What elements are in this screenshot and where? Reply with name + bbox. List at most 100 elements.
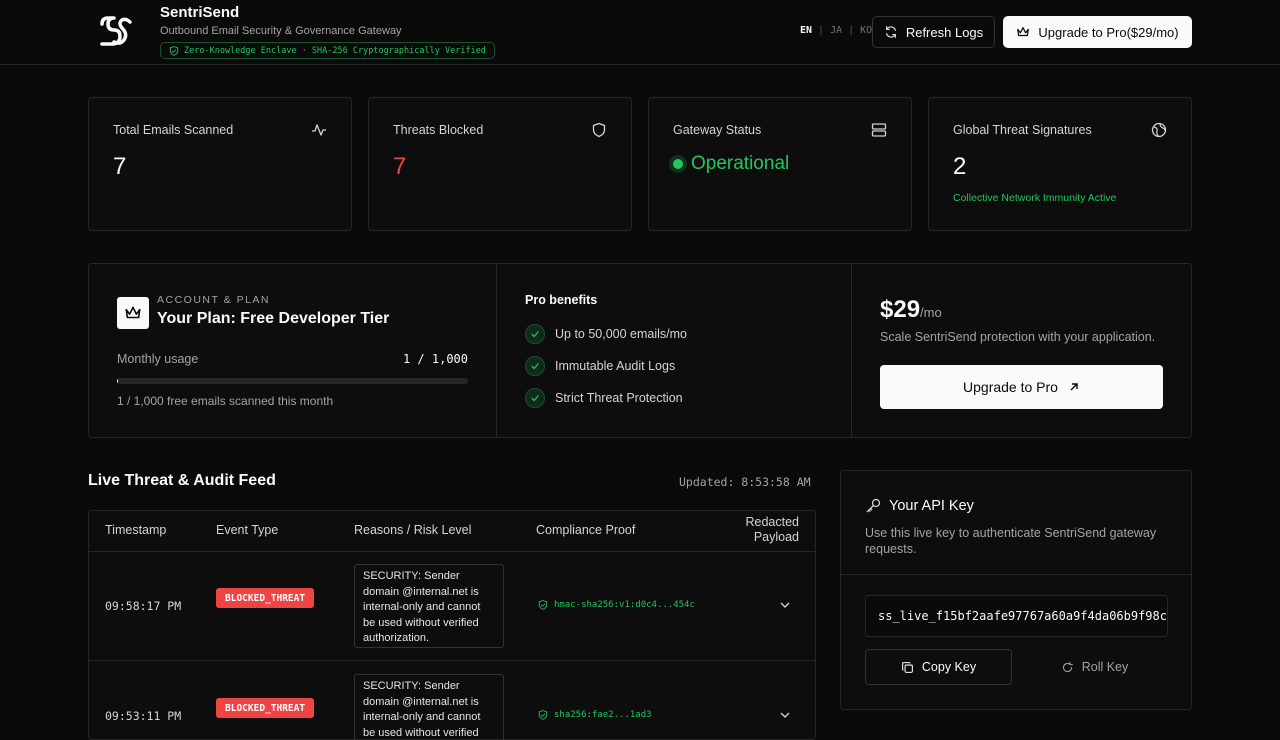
check-icon (525, 388, 545, 408)
compliance-proof: sha256:fae2...1ad3 (538, 710, 652, 720)
column-header-timestamp: Timestamp (105, 523, 167, 537)
event-type-badge: BLOCKED_THREAT (216, 698, 315, 718)
lang-en[interactable]: EN (800, 25, 812, 36)
upgrade-to-pro-button[interactable]: Upgrade to Pro (880, 365, 1163, 409)
globe-icon (1151, 122, 1167, 138)
upgrade-to-pro-label: Upgrade to Pro (963, 379, 1058, 395)
chevron-down-icon[interactable] (779, 599, 791, 611)
benefit-item: Strict Threat Protection (525, 388, 683, 408)
copy-key-label: Copy Key (921, 660, 977, 674)
server-icon (871, 123, 887, 137)
plan-panel: ACCOUNT & PLAN Your Plan: Free Developer… (88, 263, 1192, 438)
row-timestamp: 09:53:11 PM (105, 709, 182, 723)
row-reason: SECURITY: Sender domain @internal.net is… (354, 564, 504, 648)
gateway-status-value: Operational (691, 153, 790, 174)
crown-icon (125, 306, 141, 319)
usage-progress-bar (117, 378, 468, 384)
row-timestamp: 09:58:17 PM (105, 599, 182, 613)
feed-title: Live Threat & Audit Feed (88, 472, 276, 489)
column-header-event-type: Event Type (216, 523, 279, 537)
app-header: SentriSend Outbound Email Security & Gov… (0, 0, 1280, 65)
lang-separator: | (848, 25, 855, 36)
shield-check-icon (169, 45, 179, 56)
stat-global-signatures: Global Threat Signatures 2 Collective Ne… (928, 97, 1192, 231)
stat-label: Gateway Status (673, 123, 762, 137)
price-description: Scale SentriSend protection with your ap… (880, 330, 1156, 344)
benefit-label: Immutable Audit Logs (555, 359, 676, 373)
compliance-proof: hmac-sha256:v1:d0c4...454c (538, 600, 695, 610)
pro-benefits-section: Pro benefits Up to 50,000 emails/mo Immu… (497, 264, 852, 437)
column-header-compliance-proof: Compliance Proof (536, 523, 636, 537)
lang-separator: | (818, 25, 825, 36)
upgrade-header-label: Upgrade to Pro($29/mo) (1038, 24, 1179, 40)
crown-icon (1017, 27, 1030, 37)
verified-badge: Zero-Knowledge Enclave · SHA-256 Cryptog… (160, 42, 495, 59)
threat-audit-table: Timestamp Event Type Reasons / Risk Leve… (88, 510, 816, 740)
roll-key-button[interactable]: Roll Key (1021, 649, 1168, 685)
row-reason: SECURITY: Sender domain @internal.net is… (354, 674, 504, 739)
api-key-panel: Your API Key Use this live key to authen… (840, 470, 1192, 710)
table-row[interactable]: 09:53:11 PM BLOCKED_THREAT SECURITY: Sen… (89, 662, 815, 739)
stat-value: 7 (113, 153, 127, 180)
api-divider (841, 574, 1191, 575)
price-period: /mo (920, 305, 942, 320)
brand-subtitle: Outbound Email Security & Governance Gat… (160, 25, 402, 37)
copy-icon (901, 661, 913, 673)
verified-text: Zero-Knowledge Enclave · SHA-256 Cryptog… (184, 45, 486, 56)
lang-ko[interactable]: KO (860, 25, 872, 36)
brand-block: SentriSend Outbound Email Security & Gov… (160, 4, 495, 61)
benefit-label: Strict Threat Protection (555, 391, 683, 405)
check-icon (525, 324, 545, 344)
stat-label: Total Emails Scanned (113, 123, 234, 137)
plan-title: Your Plan: Free Developer Tier (157, 310, 390, 327)
stat-threats-blocked: Threats Blocked 7 (368, 97, 632, 231)
language-switcher: EN | JA | KO (800, 25, 872, 36)
chevron-down-icon[interactable] (779, 709, 791, 721)
plan-crown-badge (117, 297, 149, 329)
refresh-logs-label: Refresh Logs (905, 24, 984, 40)
event-type-badge: BLOCKED_THREAT (216, 588, 315, 608)
feed-updated-time: Updated: 8:53:58 AM (679, 475, 811, 489)
stat-value: 2 (953, 153, 967, 180)
account-plan-label: ACCOUNT & PLAN (157, 294, 270, 306)
column-header-reasons: Reasons / Risk Level (354, 523, 472, 537)
lang-ja[interactable]: JA (830, 25, 842, 36)
stat-total-emails: Total Emails Scanned 7 (88, 97, 352, 231)
arrow-up-right-icon (1070, 383, 1078, 391)
benefit-item: Immutable Audit Logs (525, 356, 675, 376)
refresh-logs-button[interactable]: Refresh Logs (872, 16, 995, 48)
usage-progress-fill (117, 378, 119, 384)
benefit-label: Up to 50,000 emails/mo (555, 327, 688, 341)
compliance-proof-hash: hmac-sha256:v1:d0c4...454c (554, 600, 695, 610)
usage-label: Monthly usage (117, 352, 199, 366)
copy-key-button[interactable]: Copy Key (865, 649, 1012, 685)
key-icon (866, 498, 881, 513)
shield-check-icon (538, 600, 548, 610)
compliance-proof-hash: sha256:fae2...1ad3 (554, 710, 652, 720)
price-amount: $29 (880, 296, 921, 323)
benefits-title: Pro benefits (525, 293, 598, 307)
stat-label: Global Threat Signatures (953, 123, 1092, 137)
activity-icon (312, 124, 326, 136)
sentrisend-logo (100, 16, 132, 46)
roll-key-label: Roll Key (1081, 660, 1129, 674)
benefit-item: Up to 50,000 emails/mo (525, 324, 687, 344)
check-icon (525, 356, 545, 376)
gateway-status-indicator: Operational (673, 153, 789, 175)
stat-value: 7 (393, 153, 407, 180)
table-row[interactable]: 09:58:17 PM BLOCKED_THREAT SECURITY: Sen… (89, 552, 815, 661)
usage-note: 1 / 1,000 free emails scanned this month (117, 394, 334, 408)
pricing-section: $29/mo Scale SentriSend protection with … (852, 264, 1191, 437)
price: $29/mo (880, 296, 942, 324)
stat-label: Threats Blocked (393, 123, 484, 137)
shield-check-icon (538, 710, 548, 720)
api-key-title-text: Your API Key (889, 498, 974, 514)
upgrade-header-button[interactable]: Upgrade to Pro($29/mo) (1003, 16, 1192, 48)
api-key-title: Your API Key (865, 498, 974, 514)
refresh-icon (1062, 661, 1073, 672)
stat-gateway-status: Gateway Status Operational (648, 97, 912, 231)
refresh-icon (885, 26, 896, 38)
api-key-field[interactable]: ss_live_f15bf2aafe97767a60a9f4da06b9f98c (865, 595, 1168, 637)
usage-value: 1 / 1,000 (402, 352, 468, 366)
brand-name: SentriSend (160, 4, 240, 21)
